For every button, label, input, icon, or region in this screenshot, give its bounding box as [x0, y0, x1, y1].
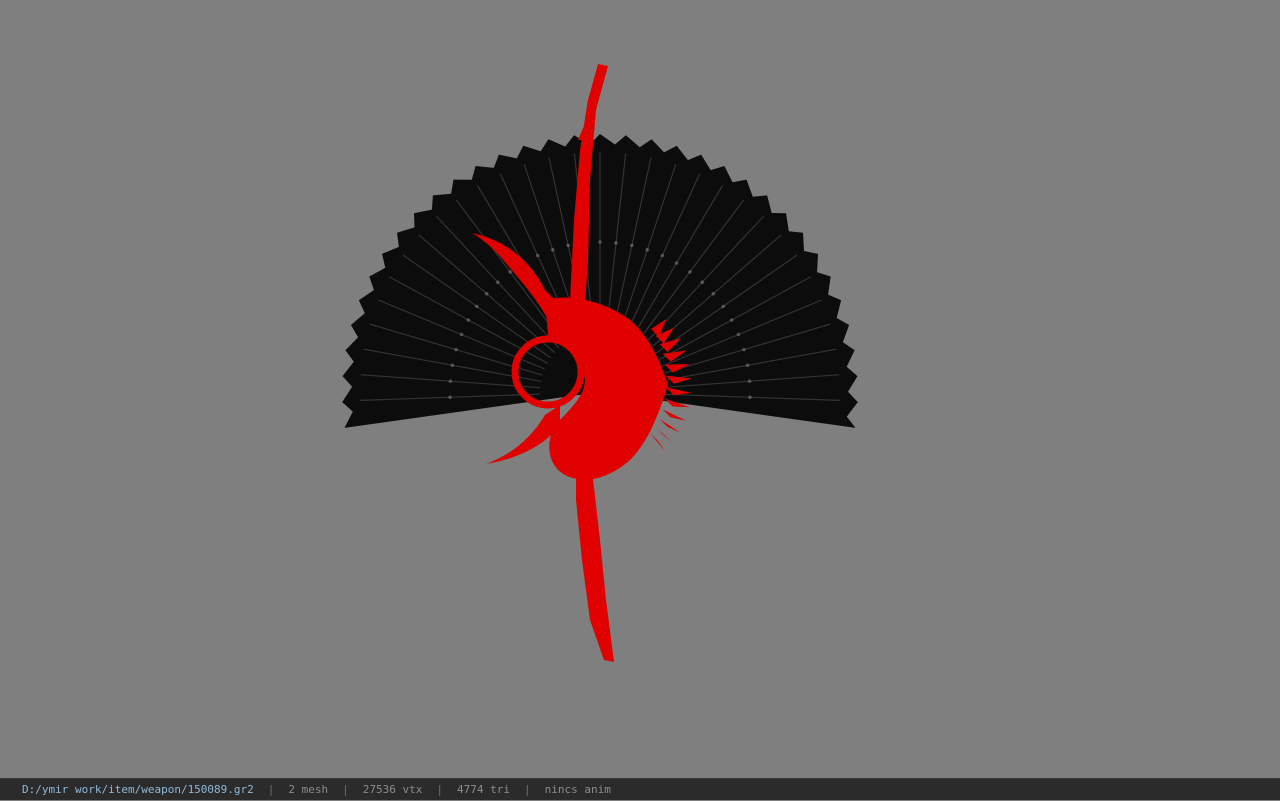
fan-rib-highlight: [645, 247, 650, 252]
fan-rib-highlight: [459, 332, 464, 337]
fan-rib-highlight: [660, 253, 665, 258]
fan-rib-highlight: [700, 280, 704, 285]
vertex-count: 27536 vtx: [362, 783, 423, 796]
fan-rib-highlight: [745, 363, 750, 368]
weapon-fan-model: [342, 64, 858, 662]
fan-rib-highlight: [475, 304, 479, 309]
frame-lower-horn: [486, 405, 560, 464]
status-bar: D:/ymir work/item/weapon/150089.gr2 | 2 me…: [0, 778, 1280, 800]
3d-viewport[interactable]: [0, 0, 1280, 778]
fan-rib-highlight: [614, 241, 618, 245]
separator: |: [524, 783, 531, 796]
frame-tooth: [662, 409, 686, 421]
separator: |: [267, 783, 275, 796]
fan-rib-highlight: [688, 270, 692, 274]
fan-rib-highlight: [747, 379, 752, 384]
mesh-count: 2 mesh: [288, 783, 329, 796]
fan-rib-highlight: [729, 318, 734, 322]
fan-rib-highlight: [508, 270, 512, 274]
fan-rib-highlight: [566, 243, 570, 248]
triangle-count: 4774 tri: [457, 783, 511, 796]
fan-rib-highlight: [450, 363, 455, 368]
fan-rib-highlight: [630, 243, 634, 248]
separator: |: [342, 783, 349, 796]
fan-rib-highlight: [711, 291, 716, 296]
fan-rib-highlight: [454, 347, 458, 352]
separator: |: [436, 783, 444, 796]
frame-bottom-blade: [576, 460, 614, 662]
fan-rib-highlight: [721, 304, 725, 309]
frame-tooth: [655, 427, 674, 444]
frame-tooth: [659, 418, 681, 433]
anim-status: nincs anim: [544, 783, 611, 796]
fan-rib-highlight: [484, 291, 489, 296]
file-path: D:/ymir work/item/weapon/150089.gr2: [22, 783, 254, 796]
fan-rib-highlight: [448, 379, 453, 384]
fan-rib-highlight: [466, 318, 471, 322]
fan-rib-highlight: [496, 280, 500, 285]
fan-rib-highlight: [535, 253, 540, 258]
fan-rib-highlight: [550, 247, 555, 252]
fan-rib-highlight: [736, 332, 741, 337]
frame-tooth: [650, 433, 666, 452]
fan-rib-highlight: [742, 347, 746, 352]
fan-rib-highlight: [598, 240, 602, 244]
fan-rib-highlight: [674, 261, 679, 265]
fan-rib-highlight: [448, 395, 452, 400]
fan-rib-highlight: [748, 395, 752, 400]
